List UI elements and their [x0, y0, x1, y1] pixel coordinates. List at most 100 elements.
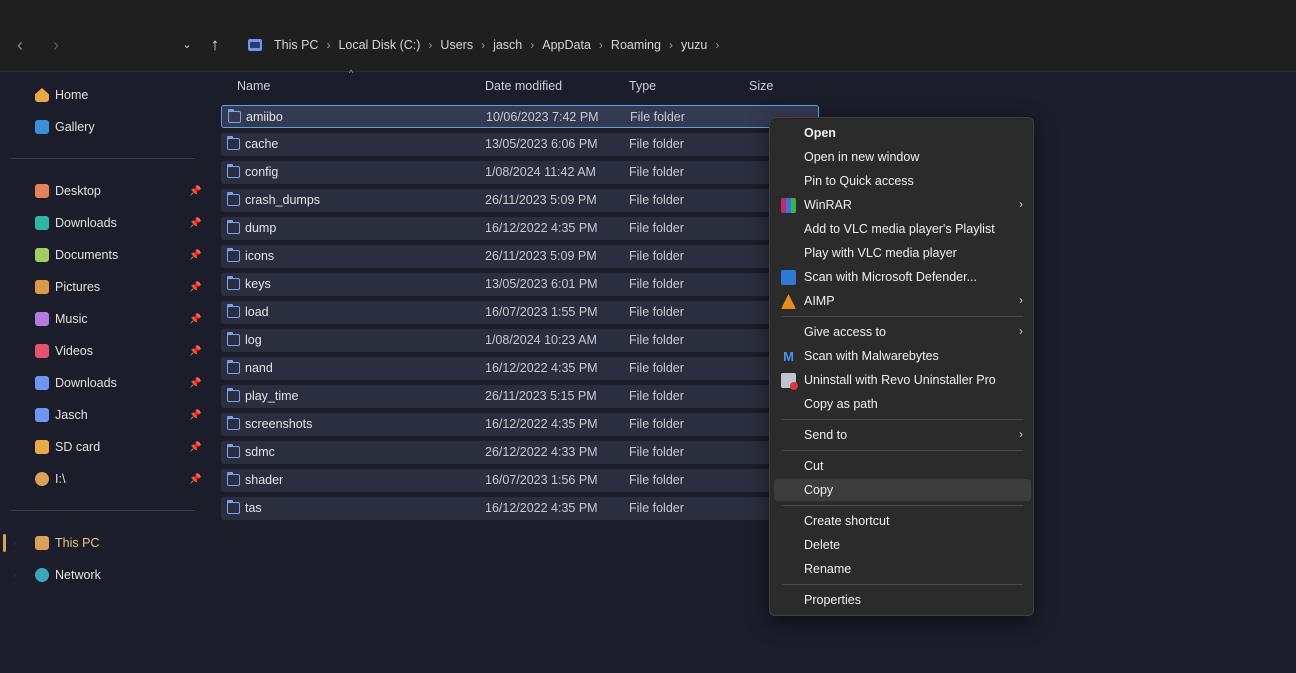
sidebar-item-downloads-folder[interactable]: Downloads 📌: [0, 370, 205, 396]
pin-icon[interactable]: 📌: [189, 378, 201, 389]
menu-item-vlc-playlist[interactable]: Add to VLC media player's Playlist: [774, 218, 1031, 240]
menu-item-label: Create shortcut: [804, 514, 890, 528]
menu-item-open[interactable]: Open: [774, 122, 1031, 144]
chevron-right-icon[interactable]: ›: [669, 38, 673, 52]
menu-item-malwarebytes[interactable]: M Scan with Malwarebytes: [774, 345, 1031, 367]
file-name: keys: [245, 277, 271, 291]
menu-separator: [782, 419, 1023, 420]
sidebar-item-desktop[interactable]: Desktop 📌: [0, 178, 205, 204]
menu-separator: [782, 505, 1023, 506]
menu-item-cut[interactable]: Cut: [774, 455, 1031, 477]
file-row[interactable]: shader 16/07/2023 1:56 PM File folder: [221, 469, 819, 492]
breadcrumb[interactable]: This PC › Local Disk (C:) › Users › jasc…: [248, 34, 727, 56]
breadcrumb-yuzu[interactable]: yuzu: [681, 38, 707, 52]
chevron-right-icon[interactable]: ›: [530, 38, 534, 52]
breadcrumb-jasch[interactable]: jasch: [493, 38, 522, 52]
file-name: sdmc: [245, 445, 275, 459]
menu-item-send-to[interactable]: Send to ›: [774, 424, 1031, 446]
menu-item-copy-as-path[interactable]: Copy as path: [774, 393, 1031, 415]
file-row[interactable]: keys 13/05/2023 6:01 PM File folder: [221, 273, 819, 296]
menu-item-properties[interactable]: Properties: [774, 589, 1031, 611]
menu-item-create-shortcut[interactable]: Create shortcut: [774, 510, 1031, 532]
chevron-right-icon[interactable]: ›: [428, 38, 432, 52]
recent-locations-chevron-icon[interactable]: ⌄: [176, 34, 198, 56]
menu-item-label: Cut: [804, 459, 824, 473]
sidebar-item-downloads[interactable]: Downloads 📌: [0, 210, 205, 236]
sidebar-item-sd-card[interactable]: SD card 📌: [0, 434, 205, 460]
file-row[interactable]: sdmc 26/12/2022 4:33 PM File folder: [221, 441, 819, 464]
menu-item-rename[interactable]: Rename: [774, 558, 1031, 580]
menu-item-revo-uninstaller[interactable]: Uninstall with Revo Uninstaller Pro: [774, 369, 1031, 391]
chevron-right-icon[interactable]: ›: [599, 38, 603, 52]
sidebar-item-music[interactable]: Music 📌: [0, 306, 205, 332]
menu-item-label: Uninstall with Revo Uninstaller Pro: [804, 373, 996, 387]
sidebar-item-gallery[interactable]: Gallery: [0, 114, 205, 140]
pin-icon[interactable]: 📌: [189, 282, 201, 293]
chevron-right-icon[interactable]: ›: [13, 538, 16, 548]
file-row[interactable]: icons 26/11/2023 5:09 PM File folder: [221, 245, 819, 268]
file-row[interactable]: tas 16/12/2022 4:35 PM File folder: [221, 497, 819, 520]
sidebar-item-i-drive[interactable]: I:\ 📌: [0, 466, 205, 492]
menu-item-winrar[interactable]: WinRAR ›: [774, 194, 1031, 216]
file-row[interactable]: screenshots 16/12/2022 4:35 PM File folder: [221, 413, 819, 436]
forward-icon[interactable]: ›: [45, 34, 67, 56]
breadcrumb-appdata[interactable]: AppData: [542, 38, 591, 52]
file-row[interactable]: play_time 26/11/2023 5:15 PM File folder: [221, 385, 819, 408]
pin-icon[interactable]: 📌: [189, 314, 201, 325]
pin-icon[interactable]: 📌: [189, 218, 201, 229]
pin-icon[interactable]: 📌: [189, 250, 201, 261]
chevron-right-icon[interactable]: ›: [326, 38, 330, 52]
back-icon[interactable]: ‹: [9, 34, 31, 56]
menu-item-label: Copy as path: [804, 397, 878, 411]
sidebar-item-label: Downloads: [55, 216, 117, 230]
pin-icon[interactable]: 📌: [189, 410, 201, 421]
chevron-right-icon[interactable]: ›: [481, 38, 485, 52]
file-row[interactable]: load 16/07/2023 1:55 PM File folder: [221, 301, 819, 324]
column-header-date-modified[interactable]: Date modified: [485, 79, 562, 93]
menu-item-label: AIMP: [804, 294, 835, 308]
menu-item-pin-quick-access[interactable]: Pin to Quick access: [774, 170, 1031, 192]
file-row[interactable]: amiibo 10/06/2023 7:42 PM File folder: [221, 105, 819, 128]
pin-icon[interactable]: 📌: [189, 474, 201, 485]
file-row[interactable]: nand 16/12/2022 4:35 PM File folder: [221, 357, 819, 380]
menu-item-give-access[interactable]: Give access to ›: [774, 321, 1031, 343]
folder-icon: [227, 500, 240, 514]
up-arrow-icon[interactable]: ↑: [204, 34, 226, 56]
file-name: config: [245, 165, 279, 179]
pin-icon[interactable]: 📌: [189, 442, 201, 453]
menu-item-vlc-play[interactable]: Play with VLC media player: [774, 242, 1031, 264]
sidebar-item-jasch[interactable]: Jasch 📌: [0, 402, 205, 428]
menu-item-defender[interactable]: Scan with Microsoft Defender...: [774, 266, 1031, 288]
chevron-right-icon: ›: [1019, 324, 1023, 338]
breadcrumb-local-disk[interactable]: Local Disk (C:): [338, 38, 420, 52]
pin-icon[interactable]: 📌: [189, 346, 201, 357]
menu-item-open-new-window[interactable]: Open in new window: [774, 146, 1031, 168]
column-header-name[interactable]: Name: [237, 79, 270, 93]
breadcrumb-this-pc[interactable]: This PC: [274, 38, 318, 52]
chevron-right-icon[interactable]: ›: [13, 570, 16, 580]
file-date-modified: 13/05/2023 6:01 PM: [485, 277, 598, 291]
file-date-modified: 26/11/2023 5:09 PM: [485, 193, 597, 207]
column-header-type[interactable]: Type: [629, 79, 656, 93]
column-header-size[interactable]: Size: [749, 79, 773, 93]
pin-icon[interactable]: 📌: [189, 186, 201, 197]
file-row[interactable]: log 1/08/2024 10:23 AM File folder: [221, 329, 819, 352]
file-row[interactable]: crash_dumps 26/11/2023 5:09 PM File folder: [221, 189, 819, 212]
menu-item-aimp[interactable]: AIMP ›: [774, 290, 1031, 312]
file-row[interactable]: config 1/08/2024 11:42 AM File folder: [221, 161, 819, 184]
sidebar-item-pictures[interactable]: Pictures 📌: [0, 274, 205, 300]
sidebar-item-home[interactable]: Home: [0, 82, 205, 108]
breadcrumb-roaming[interactable]: Roaming: [611, 38, 661, 52]
breadcrumb-users[interactable]: Users: [440, 38, 473, 52]
file-type: File folder: [629, 305, 684, 319]
file-row[interactable]: cache 13/05/2023 6:06 PM File folder: [221, 133, 819, 156]
chevron-right-icon[interactable]: ›: [715, 38, 719, 52]
menu-item-copy[interactable]: Copy: [774, 479, 1031, 501]
sidebar-item-this-pc[interactable]: › This PC: [0, 530, 205, 556]
sidebar-item-network[interactable]: › Network: [0, 562, 205, 588]
menu-item-delete[interactable]: Delete: [774, 534, 1031, 556]
sidebar-item-videos[interactable]: Videos 📌: [0, 338, 205, 364]
file-row[interactable]: dump 16/12/2022 4:35 PM File folder: [221, 217, 819, 240]
file-type: File folder: [629, 193, 684, 207]
sidebar-item-documents[interactable]: Documents 📌: [0, 242, 205, 268]
